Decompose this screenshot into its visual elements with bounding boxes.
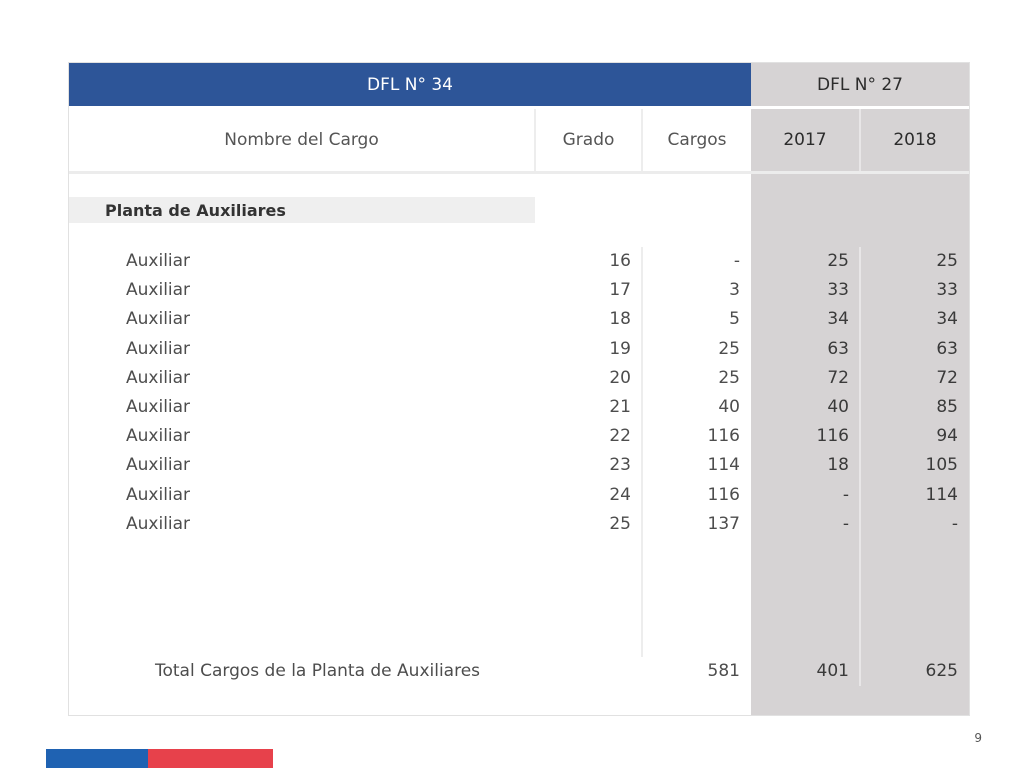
cell-grado: 24 [609,484,631,505]
table-row: Auxiliar 20 25 72 72 [69,364,969,393]
total-label: Total Cargos de la Planta de Auxiliares [155,661,481,681]
cell-name: Auxiliar [126,426,191,447]
cell-2018: 63 [936,338,958,359]
table-row: Auxiliar 25 137 - - [69,510,969,539]
cell-2018: 94 [936,426,958,447]
cell-name: Auxiliar [126,251,191,271]
cell-grado: 16 [609,251,631,271]
table-row: Auxiliar 18 5 34 34 [69,305,969,334]
total-cargos: 581 [707,661,740,681]
cell-cargos: 116 [707,484,740,505]
cell-2018: 114 [925,484,958,505]
total-row: Total Cargos de la Planta de Auxiliares … [69,656,969,686]
cell-grado: 22 [609,426,631,447]
table-row: Auxiliar 17 3 33 33 [69,276,969,305]
cell-2017: 33 [827,280,849,301]
subheader-rule [69,171,969,174]
cell-cargos: 5 [729,309,740,330]
column-header-grado: Grado [562,130,615,150]
cell-name: Auxiliar [126,280,191,301]
cell-cargos: 137 [707,513,740,534]
column-header-2017: 2017 [783,130,827,150]
total-2017: 401 [816,661,849,681]
total-2018: 625 [925,661,958,681]
column-header-2018: 2018 [893,130,937,150]
cell-name: Auxiliar [126,513,191,534]
cell-grado: 17 [609,280,631,301]
cell-name: Auxiliar [126,484,191,505]
cell-2018: 85 [936,396,958,417]
cell-cargos: 40 [718,396,740,417]
table-row: Auxiliar 16 - 25 25 [69,247,969,276]
table-row: Auxiliar 19 25 63 63 [69,335,969,364]
cell-grado: 18 [609,309,631,330]
column-header-name: Nombre del Cargo [224,130,379,150]
cell-cargos: 25 [718,367,740,388]
table-row: Auxiliar 21 40 40 85 [69,393,969,422]
cell-grado: 19 [609,338,631,359]
cell-2018: 33 [936,280,958,301]
dfl34-header: DFL N° 34 [69,63,751,106]
cell-2017: 40 [827,396,849,417]
cell-cargos: 3 [729,280,740,301]
cell-2018: 72 [936,367,958,388]
cell-cargos: 25 [718,338,740,359]
cell-grado: 23 [609,455,631,476]
cell-2017: 116 [816,426,849,447]
cell-2018: 105 [925,455,958,476]
data-rows: Auxiliar 16 - 25 25 Auxiliar 17 3 33 33 … [69,247,969,539]
cell-2017: - [842,513,849,534]
dfl27-header: DFL N° 27 [751,63,969,106]
cell-cargos: 116 [707,426,740,447]
cell-grado: 20 [609,367,631,388]
cell-2017: 72 [827,367,849,388]
cell-2018: - [951,513,958,534]
flag-stripe-blue [46,749,148,768]
cell-2017: 18 [827,455,849,476]
table-row: Auxiliar 22 116 116 94 [69,422,969,451]
column-header-cargos: Cargos [667,130,727,150]
slide-page: DFL N° 34 DFL N° 27 Nombre del Cargo Gra… [0,0,1024,768]
page-number: 9 [974,731,982,745]
cell-2017: 63 [827,338,849,359]
table-row: Auxiliar 24 116 - 114 [69,481,969,510]
cell-2018: 25 [936,251,958,271]
cell-2017: - [842,484,849,505]
cell-grado: 25 [609,513,631,534]
cell-2018: 34 [936,309,958,330]
cell-name: Auxiliar [126,396,191,417]
staffing-table: DFL N° 34 DFL N° 27 Nombre del Cargo Gra… [69,63,969,715]
cell-name: Auxiliar [126,367,191,388]
cell-grado: 21 [609,396,631,417]
cell-cargos: 114 [707,455,740,476]
cell-name: Auxiliar [126,309,191,330]
table-row: Auxiliar 23 114 18 105 [69,451,969,480]
flag-stripe-red [148,749,273,768]
cell-name: Auxiliar [126,455,191,476]
cell-name: Auxiliar [126,338,191,359]
cell-2017: 34 [827,309,849,330]
section-title: Planta de Auxiliares [105,200,286,220]
cell-cargos: - [733,251,740,271]
cell-2017: 25 [827,251,849,271]
